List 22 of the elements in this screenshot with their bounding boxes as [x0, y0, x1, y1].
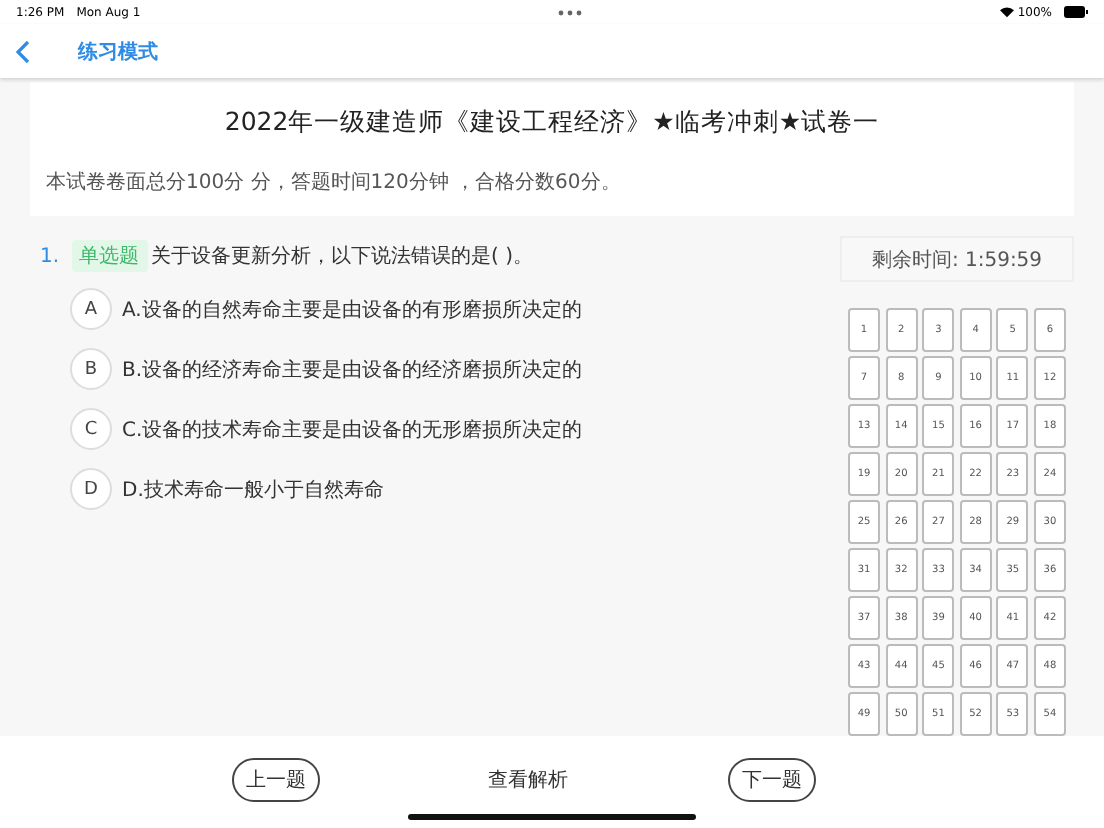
prev-button[interactable]: 上一题 — [232, 758, 320, 802]
option-text[interactable]: C.设备的技术寿命主要是由设备的无形磨损所决定的 — [122, 415, 583, 443]
option-text[interactable]: B.设备的经济寿命主要是由设备的经济磨损所决定的 — [122, 355, 583, 383]
paper-title: 2022年一级建造师《建设工程经济》★临考冲刺★试卷一 — [222, 106, 882, 140]
battery-icon — [1064, 6, 1088, 18]
question-text: 关于设备更新分析，以下说法错误的是( )。 — [151, 243, 534, 270]
option-text[interactable]: D.技术寿命一般小于自然寿命 — [122, 475, 384, 503]
option-letter[interactable]: B — [70, 348, 112, 390]
option-text[interactable]: A.设备的自然寿命主要是由设备的有形磨损所决定的 — [122, 295, 582, 323]
option-letter[interactable]: C — [70, 408, 112, 450]
next-button[interactable]: 下一题 — [728, 758, 816, 802]
wifi-icon — [999, 6, 1014, 18]
question-number: 1. — [40, 245, 60, 267]
back-icon[interactable] — [16, 39, 30, 63]
option-letter[interactable]: A — [70, 288, 112, 330]
analysis-link[interactable]: 查看解析 — [488, 766, 568, 794]
question-type-tag: 单选题 — [71, 240, 148, 272]
nav-title: 练习模式 — [78, 39, 158, 65]
paper-intro: 本试卷卷面总分100分 分，答题时间120分钟 ，合格分数60分。 — [46, 169, 623, 196]
timer: 剩余时间: 1:59:59 — [840, 236, 1074, 282]
option-letter[interactable]: D — [70, 468, 112, 510]
more-icon — [558, 9, 583, 15]
